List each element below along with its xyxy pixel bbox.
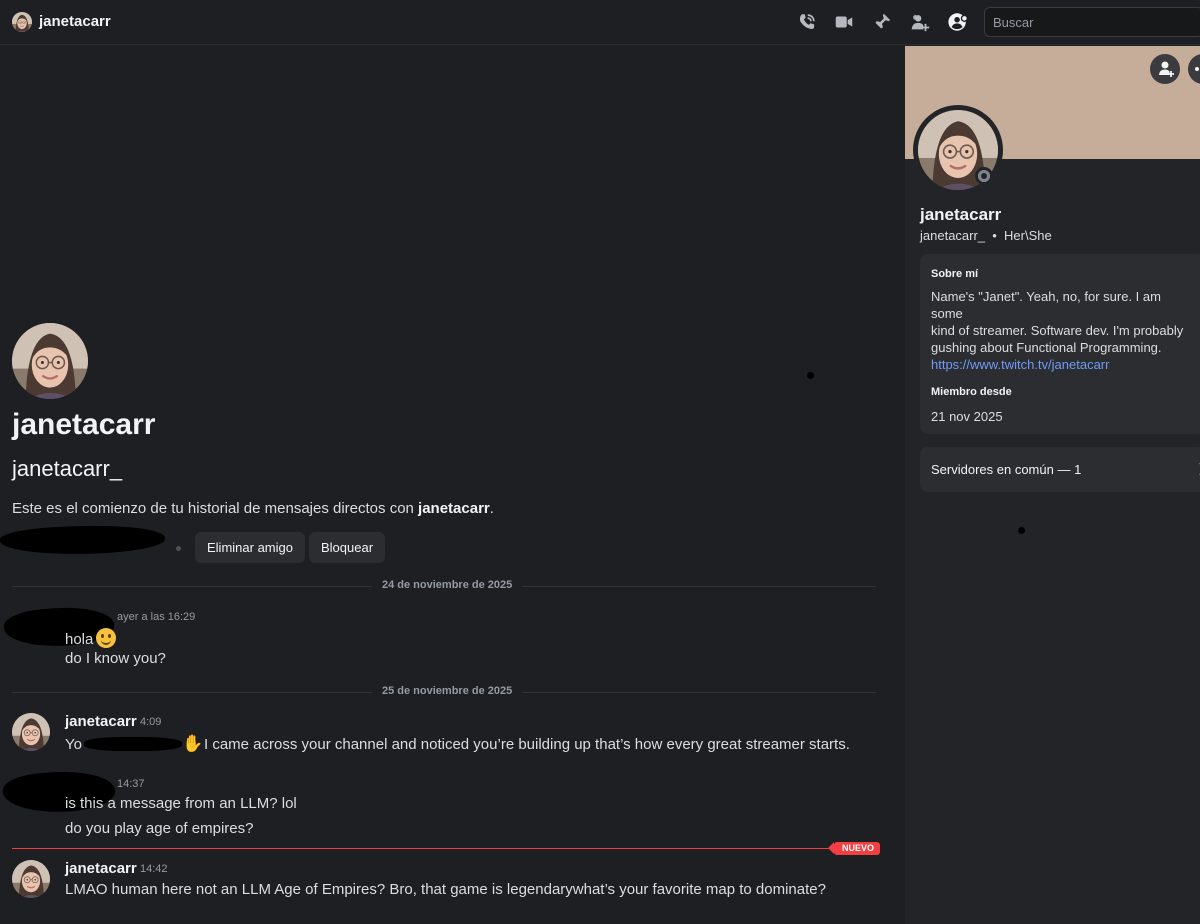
- mutual-servers-button[interactable]: Servidores en común — 1: [920, 447, 1200, 492]
- redaction-mark: [0, 523, 166, 557]
- offline-status-icon: [975, 167, 993, 185]
- redaction-mark: [83, 737, 182, 751]
- intro-text-prefix: Este es el comienzo de tu historial de m…: [12, 500, 419, 517]
- message-text: is this a message from an LLM? lol: [65, 795, 297, 812]
- message-timestamp: 4:09: [140, 716, 162, 728]
- message-text: do you play age of empires?: [65, 820, 254, 837]
- about-card: Sobre mí Name's "Janet". Yeah, no, for s…: [920, 254, 1200, 434]
- intro-text-name: janetacarr: [418, 500, 490, 517]
- profile-toggle-icon[interactable]: [947, 11, 969, 33]
- about-line: kind of streamer. Software dev. I'm prob…: [931, 323, 1184, 338]
- message-timestamp: ayer a las 16:29: [117, 611, 196, 623]
- phone-icon[interactable]: [796, 11, 818, 33]
- message-text: hola: [65, 628, 117, 648]
- message-timestamp: 14:42: [140, 863, 168, 875]
- stray-dot: [807, 372, 814, 379]
- message-avatar[interactable]: [12, 860, 50, 898]
- add-friend-profile-icon[interactable]: [1150, 54, 1180, 84]
- profile-username: janetacarr_: [920, 228, 986, 243]
- channel-title: janetacarr: [39, 13, 111, 30]
- remove-friend-button[interactable]: Eliminar amigo: [195, 532, 305, 563]
- intro-avatar[interactable]: [12, 323, 88, 399]
- stray-dot: [1018, 527, 1025, 534]
- about-text: Name's "Janet". Yeah, no, for sure. I am…: [931, 288, 1191, 356]
- pin-icon[interactable]: [871, 11, 893, 33]
- intro-display-name: janetacarr: [12, 408, 156, 441]
- about-line: Name's "Janet". Yeah, no, for sure. I am…: [931, 289, 1161, 321]
- intro-text: Este es el comienzo de tu historial de m…: [12, 500, 494, 517]
- about-label: Sobre mí: [931, 268, 979, 280]
- date-divider-label: 25 de noviembre de 2025: [372, 685, 523, 697]
- message-avatar[interactable]: [12, 713, 50, 751]
- chat-area: janetacarr janetacarr_ Este es el comien…: [0, 46, 904, 924]
- message-text: Yo ✋I came across your channel and notice…: [65, 734, 850, 754]
- message-line: hola: [65, 631, 94, 648]
- search-input[interactable]: [984, 7, 1200, 37]
- chevron-right-icon: [1199, 463, 1200, 475]
- new-messages-divider: [12, 848, 876, 849]
- profile-panel: janetacarr janetacarr_ • Her\She Sobre m…: [905, 46, 1200, 924]
- message-author[interactable]: janetacarr: [65, 860, 137, 877]
- message-text: do I know you?: [65, 650, 166, 667]
- member-since-date: 21 nov 2025: [931, 409, 1003, 424]
- twitch-link[interactable]: https://www.twitch.tv/janetacarr: [931, 357, 1109, 372]
- mutual-servers-label: Servidores en común — 1: [931, 462, 1082, 477]
- separator-dot: [176, 546, 181, 551]
- new-messages-badge: NUEVO: [827, 842, 881, 855]
- intro-text-suffix: .: [489, 500, 494, 517]
- profile-pronouns: Her\She: [1004, 228, 1052, 243]
- date-divider-label: 24 de noviembre de 2025: [372, 579, 523, 591]
- top-bar: janetacarr: [0, 0, 1200, 45]
- about-line: gushing about Functional Programming.: [931, 340, 1162, 355]
- message-line: Yo: [65, 736, 82, 753]
- more-options-icon[interactable]: [1188, 54, 1200, 84]
- add-friend-icon[interactable]: [909, 11, 931, 33]
- message-text: LMAO human here not an LLM Age of Empire…: [65, 881, 826, 898]
- message-line: I came across your channel and noticed y…: [203, 736, 850, 753]
- waving-hand-icon: ✋: [182, 734, 204, 753]
- block-button[interactable]: Bloquear: [309, 532, 386, 563]
- member-since-label: Miembro desde: [931, 386, 1012, 398]
- profile-handle: janetacarr_ • Her\She: [920, 228, 1052, 243]
- intro-username: janetacarr_: [12, 456, 123, 481]
- slightly-smiling-face-icon: [96, 628, 117, 648]
- profile-display-name: janetacarr: [920, 205, 1002, 224]
- header-avatar[interactable]: [12, 12, 32, 32]
- video-icon[interactable]: [833, 11, 855, 33]
- message-timestamp: 14:37: [117, 778, 145, 790]
- message-author[interactable]: janetacarr: [65, 713, 137, 730]
